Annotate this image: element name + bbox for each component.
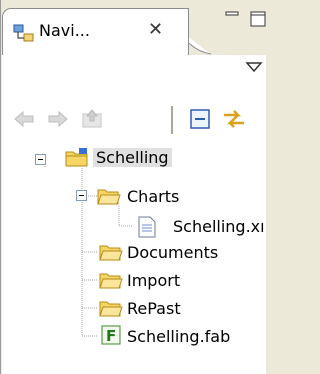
minimize-icon[interactable] <box>223 10 241 28</box>
up-icon[interactable] <box>79 106 105 132</box>
toolbar-separator <box>171 106 173 134</box>
expand-toggle-schelling[interactable] <box>35 154 46 165</box>
project-folder-icon <box>65 148 88 167</box>
window-controls <box>223 6 273 34</box>
maximize-icon[interactable] <box>249 10 267 28</box>
back-icon[interactable] <box>11 106 37 132</box>
tab-navigator[interactable]: Navi... ✕ <box>2 8 189 57</box>
tree-item-label: Documents <box>127 243 219 262</box>
tree-item-label: Charts <box>127 187 180 206</box>
toolbar <box>11 104 261 134</box>
folder-icon <box>99 301 123 317</box>
folder-icon <box>99 273 123 289</box>
folder-icon <box>99 245 123 261</box>
tree-item-label: Schelling <box>93 148 172 167</box>
forward-icon[interactable] <box>45 106 71 132</box>
tree-item-label: Import <box>127 271 181 290</box>
tree-item-label: Schelling.fab <box>127 327 231 346</box>
expand-toggle-charts[interactable] <box>76 190 87 201</box>
svg-text:F: F <box>106 327 116 345</box>
folder-icon <box>97 189 121 205</box>
navigator-icon <box>13 24 34 42</box>
navigator-view: Navi... ✕ Schelling Charts Schelling.xı … <box>0 0 266 374</box>
tab-label: Navi... <box>39 21 90 40</box>
file-icon <box>138 216 156 238</box>
tree-item-label: Schelling.xı <box>173 217 265 236</box>
tree-item-label: RePast <box>127 299 181 318</box>
link-with-editor-icon[interactable] <box>221 106 247 132</box>
close-icon[interactable]: ✕ <box>148 19 163 40</box>
view-menu-icon[interactable] <box>245 60 263 74</box>
fab-file-icon: F <box>101 325 121 345</box>
collapse-all-icon[interactable] <box>187 106 213 132</box>
